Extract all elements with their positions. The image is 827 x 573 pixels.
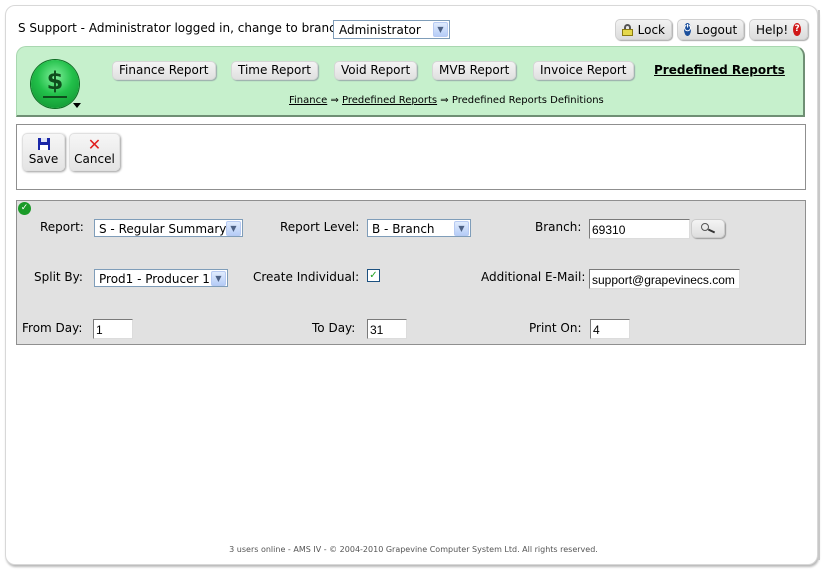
tab-finance-report[interactable]: Finance Report [112,61,216,80]
split-by-select[interactable]: Prod1 - Producer 1 ▼ [94,269,228,287]
chevron-down-icon[interactable]: ▼ [226,221,241,236]
report-label: Report: [40,220,84,234]
report-definition-form: ✓ Report: S - Regular Summary ▼ Report L… [16,200,806,345]
report-level-label: Report Level: [280,220,360,234]
cancel-button-label: Cancel [74,152,115,166]
chevron-down-icon[interactable]: ▼ [454,221,469,236]
floppy-disk-icon [37,138,50,150]
split-by-label: Split By: [34,270,83,284]
help-icon: ? [793,23,801,36]
tab-mvb-report[interactable]: MVB Report [432,61,517,80]
checkmark-circle-icon: ✓ [18,202,31,215]
branch-select-value: Administrator [339,23,421,37]
split-by-select-value: Prod1 - Producer 1 [99,272,210,286]
login-status-text: S Support - Administrator logged in, cha… [18,21,348,35]
dollar-coin-icon[interactable]: $ [31,60,79,108]
from-day-label: From Day: [22,321,83,335]
chevron-down-icon[interactable]: ▼ [211,271,226,286]
frame-shadow [818,10,820,560]
to-day-label: To Day: [312,321,356,335]
tab-predefined-reports[interactable]: Predefined Reports [654,63,785,77]
branch-select[interactable]: Administrator ▼ [333,20,450,39]
action-toolbar: Save ✕ Cancel [16,124,806,190]
report-level-select[interactable]: B - Branch ▼ [367,219,471,237]
footer-copyright: 3 users online - AMS IV - © 2004-2010 Gr… [229,545,598,554]
create-individual-checkbox[interactable]: ✓ [367,269,380,282]
logout-button[interactable]: ⏻ Logout [677,19,744,40]
report-select-value: S - Regular Summary [99,222,227,236]
breadcrumb-separator: ⇒ [330,95,339,106]
nav-panel: $ Finance Report Time Report Void Report… [16,46,805,117]
additional-email-input[interactable]: support@grapevinecs.com [589,269,740,289]
lock-icon [622,23,633,36]
help-button[interactable]: Help! ? [749,19,808,40]
lock-button[interactable]: Lock [615,19,672,40]
breadcrumb-finance[interactable]: Finance [289,95,327,106]
chevron-down-icon[interactable]: ▼ [433,22,448,37]
branch-search-button[interactable] [691,219,725,238]
lock-button-label: Lock [637,22,665,37]
tab-void-report[interactable]: Void Report [334,61,418,80]
branch-label: Branch: [535,220,582,234]
additional-email-label: Additional E-Mail: [481,270,586,284]
save-button[interactable]: Save [22,133,65,171]
print-on-input[interactable]: 4 [590,319,630,339]
to-day-input[interactable]: 31 [367,319,407,339]
breadcrumb-predefined-reports[interactable]: Predefined Reports [342,95,437,106]
logout-button-label: Logout [696,22,738,37]
cancel-button[interactable]: ✕ Cancel [69,133,120,171]
report-level-select-value: B - Branch [372,222,435,236]
create-individual-label: Create Individual: [253,270,360,284]
breadcrumb: Finance ⇒ Predefined Reports ⇒ Predefine… [289,95,604,106]
tab-invoice-report[interactable]: Invoice Report [533,61,634,80]
power-icon: ⏻ [684,23,692,36]
from-day-input[interactable]: 1 [93,319,133,339]
save-button-label: Save [28,152,59,166]
help-button-label: Help! [756,22,789,37]
report-select[interactable]: S - Regular Summary ▼ [94,219,243,237]
caret-down-icon[interactable] [73,103,81,108]
tab-time-report[interactable]: Time Report [231,61,318,80]
branch-input[interactable]: 69310 [589,219,690,239]
breadcrumb-separator: ⇒ [440,95,449,106]
close-icon: ✕ [87,135,102,154]
print-on-label: Print On: [529,321,582,335]
breadcrumb-current: Predefined Reports Definitions [451,95,604,106]
